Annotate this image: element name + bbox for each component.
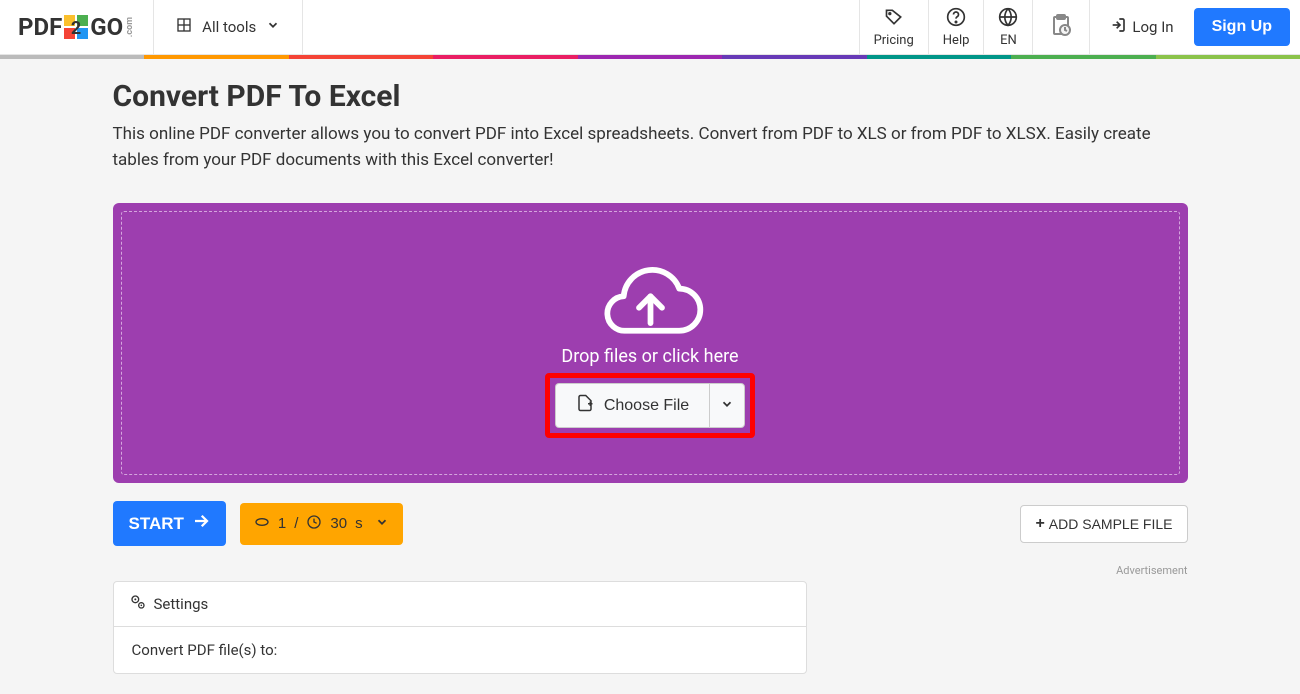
start-label: START <box>129 514 184 534</box>
page-title: Convert PDF To Excel <box>113 79 1188 114</box>
credits-value: 1 <box>278 515 286 532</box>
grid-icon <box>176 17 192 37</box>
arrow-right-icon <box>192 512 210 535</box>
history-button[interactable] <box>1032 0 1090 54</box>
tag-icon <box>884 7 904 33</box>
pricing-label: Pricing <box>874 33 914 48</box>
choose-file-label: Choose File <box>604 397 689 415</box>
login-icon <box>1110 17 1126 37</box>
all-tools-label: All tools <box>202 18 256 36</box>
drop-zone[interactable]: Drop files or click here Choose File <box>113 203 1188 483</box>
coin-icon <box>254 514 270 534</box>
page-description: This online PDF converter allows you to … <box>113 122 1188 173</box>
clock-icon <box>306 514 322 534</box>
language-selector[interactable]: EN <box>983 0 1032 54</box>
convert-to-label: Convert PDF file(s) to: <box>132 641 278 659</box>
logo-pdf: PDF <box>18 13 62 41</box>
drop-text: Drop files or click here <box>122 346 1179 367</box>
auth-area: Log In Sign Up <box>1090 0 1300 54</box>
help-label: Help <box>943 33 970 48</box>
duration-value: 30 <box>330 515 347 532</box>
svg-text:2: 2 <box>71 18 81 39</box>
gears-icon <box>130 594 146 614</box>
help-link[interactable]: Help <box>928 0 984 54</box>
logo-go: GO <box>90 13 123 41</box>
logo-com: .com <box>125 17 135 37</box>
logo[interactable]: PDF 2 GO .com <box>0 0 153 54</box>
settings-panel: Settings Convert PDF file(s) to: <box>113 581 807 674</box>
add-sample-label: ADD SAMPLE FILE <box>1049 516 1173 532</box>
chevron-down-icon <box>266 18 280 36</box>
login-button[interactable]: Log In <box>1100 17 1183 37</box>
chevron-down-icon <box>720 397 734 414</box>
chevron-down-icon <box>375 515 389 533</box>
choose-file-group: Choose File <box>555 383 745 428</box>
rainbow-divider <box>0 55 1300 59</box>
signup-button[interactable]: Sign Up <box>1194 8 1290 46</box>
settings-header: Settings <box>114 582 806 627</box>
logo-brick-icon: 2 <box>64 15 88 39</box>
login-label: Log In <box>1132 18 1173 36</box>
top-header: PDF 2 GO .com All tools Pricing <box>0 0 1300 55</box>
plus-icon: + <box>1035 515 1044 533</box>
cloud-upload-icon <box>122 262 1179 346</box>
settings-title: Settings <box>154 595 209 613</box>
start-button[interactable]: START <box>113 501 226 546</box>
clipboard-clock-icon <box>1049 13 1073 41</box>
action-row: START 1 / 30 s + ADD SAMPLE FILE <box>113 501 1188 546</box>
file-plus-icon <box>576 394 594 417</box>
globe-icon <box>998 7 1018 33</box>
choose-file-button[interactable]: Choose File <box>555 383 709 428</box>
all-tools-menu[interactable]: All tools <box>153 0 303 54</box>
choose-file-dropdown[interactable] <box>709 383 745 428</box>
credits-sep: / <box>294 515 298 532</box>
pricing-link[interactable]: Pricing <box>859 0 928 54</box>
duration-unit: s <box>355 515 363 532</box>
add-sample-file-button[interactable]: + ADD SAMPLE FILE <box>1020 505 1187 543</box>
advertisement-label: Advertisement <box>113 564 1188 577</box>
settings-body: Convert PDF file(s) to: <box>114 627 806 673</box>
drop-zone-inner: Drop files or click here Choose File <box>121 211 1180 475</box>
help-icon <box>946 7 966 33</box>
credits-indicator[interactable]: 1 / 30 s <box>240 503 403 545</box>
language-label: EN <box>1000 33 1017 48</box>
main-container: Convert PDF To Excel This online PDF con… <box>113 59 1188 694</box>
